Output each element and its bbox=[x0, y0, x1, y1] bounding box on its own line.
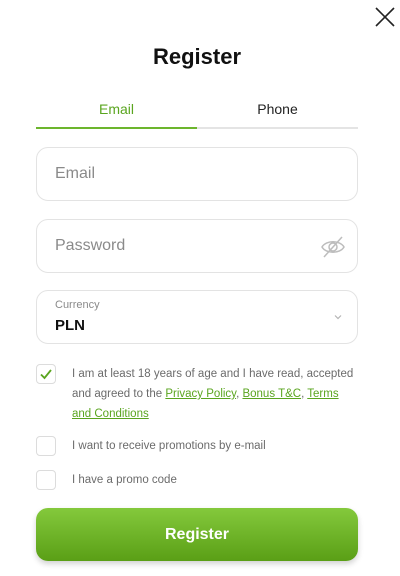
register-button[interactable]: Register bbox=[36, 508, 358, 561]
currency-label: Currency bbox=[55, 299, 100, 311]
promo-code-row: I have a promo code bbox=[36, 470, 358, 490]
promo-code-label: I have a promo code bbox=[72, 474, 177, 486]
tab-email[interactable]: Email bbox=[36, 96, 197, 129]
terms-row: I am at least 18 years of age and I have… bbox=[36, 364, 358, 424]
tab-bar: Email Phone bbox=[36, 96, 358, 129]
bonus-tc-link[interactable]: Bonus T&C bbox=[242, 388, 301, 400]
currency-value: PLN bbox=[55, 317, 85, 334]
password-field-wrapper bbox=[36, 219, 358, 273]
close-button[interactable] bbox=[372, 4, 398, 30]
close-icon bbox=[375, 7, 395, 27]
promo-code-checkbox[interactable] bbox=[36, 470, 56, 490]
dialog-title: Register bbox=[152, 44, 242, 69]
currency-select[interactable]: Currency PLN bbox=[36, 290, 358, 344]
eye-slash-icon[interactable] bbox=[319, 233, 347, 261]
promo-email-label: I want to receive promotions by e-mail bbox=[72, 440, 266, 452]
email-input[interactable] bbox=[37, 148, 357, 200]
checkmark-icon bbox=[40, 369, 52, 380]
promo-email-checkbox[interactable] bbox=[36, 436, 56, 456]
chevron-down-icon bbox=[334, 315, 342, 320]
tab-phone[interactable]: Phone bbox=[197, 96, 358, 127]
email-field-wrapper bbox=[36, 147, 358, 201]
promo-email-row: I want to receive promotions by e-mail bbox=[36, 436, 358, 456]
terms-checkbox[interactable] bbox=[36, 364, 56, 384]
password-input[interactable] bbox=[37, 220, 357, 272]
terms-text: I am at least 18 years of age and I have… bbox=[72, 364, 358, 424]
privacy-policy-link[interactable]: Privacy Policy bbox=[165, 388, 236, 400]
